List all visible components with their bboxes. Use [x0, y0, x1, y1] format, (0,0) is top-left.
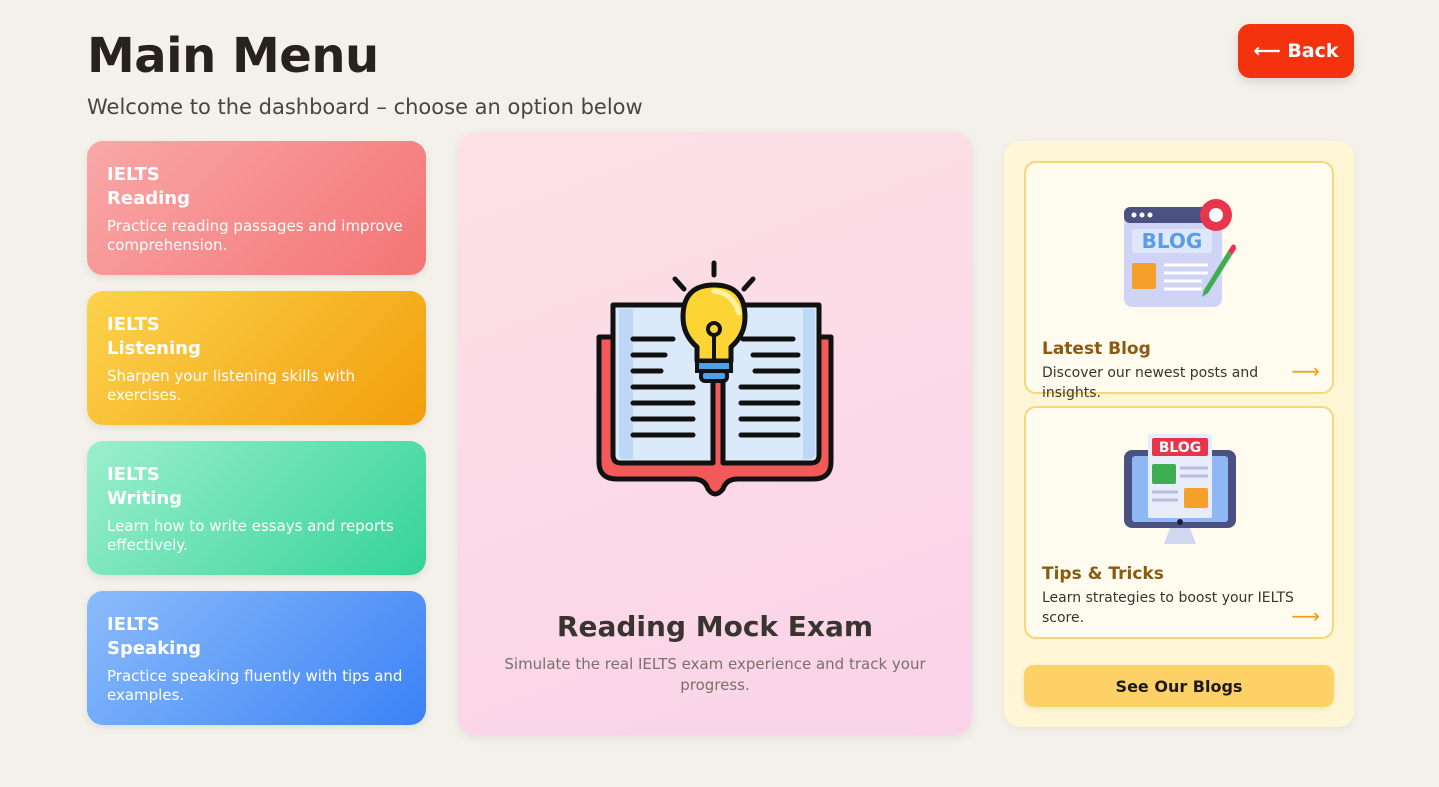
back-button[interactable]: ⟵ Back [1238, 24, 1354, 78]
speaking-card-label: IELTS [107, 614, 160, 635]
latest-blog-title: Latest Blog [1042, 339, 1151, 359]
writing-card[interactable]: IELTS Writing Learn how to write essays … [87, 441, 426, 575]
featured-description: Simulate the real IELTS exam experience … [504, 655, 926, 694]
writing-card-title: Writing [107, 488, 183, 509]
blog-panel: BLOG Latest Blog Discover our newest pos… [1004, 141, 1354, 727]
writing-card-description: Learn how to write essays and reports ef… [107, 517, 394, 554]
writing-card-label: IELTS [107, 464, 160, 485]
reading-card-description: Practice reading passages and improve co… [107, 217, 403, 254]
reading-card-title: Reading [107, 188, 190, 209]
tips-tricks-title: Tips & Tricks [1042, 564, 1164, 584]
listening-card[interactable]: IELTS Listening Sharpen your listening s… [87, 291, 426, 425]
arrow-right-icon: ⟶ [1291, 359, 1320, 383]
listening-card-title: Listening [107, 338, 201, 359]
arrow-right-icon: ⟶ [1291, 604, 1320, 628]
reading-card[interactable]: IELTS Reading Practice reading passages … [87, 141, 426, 275]
blog-settings-icon: BLOG [1122, 193, 1238, 309]
speaking-card-title: Speaking [107, 638, 202, 659]
featured-title: Reading Mock Exam [556, 610, 874, 643]
listening-card-label: IELTS [107, 314, 160, 335]
module-list: IELTS Reading Practice reading passages … [87, 141, 426, 741]
listening-card-description: Sharpen your listening skills with exerc… [107, 367, 356, 404]
speaking-card[interactable]: IELTS Speaking Practice speaking fluentl… [87, 591, 426, 725]
blog-icon-text: BLOG [1159, 440, 1202, 456]
see-our-blogs-button[interactable]: See Our Blogs [1024, 665, 1334, 707]
speaking-card-description: Practice speaking fluently with tips and… [107, 667, 403, 704]
tips-tricks-description: Learn strategies to boost your IELTS sco… [1042, 590, 1294, 626]
reading-card-label: IELTS [107, 164, 160, 185]
blog-monitor-icon: BLOG [1122, 432, 1238, 548]
page-subtitle: Welcome to the dashboard – choose an opt… [87, 95, 643, 119]
tips-tricks-card[interactable]: BLOG Tips & Tricks Learn strategies to b… [1024, 406, 1334, 639]
page-title: Main Menu [87, 28, 379, 84]
book-lightbulb-icon [593, 257, 838, 497]
reading-mock-exam-card[interactable]: Reading Mock Exam Simulate the real IELT… [458, 132, 972, 735]
latest-blog-description: Discover our newest posts and insights. [1042, 365, 1259, 401]
blog-icon-text: BLOG [1142, 229, 1203, 253]
latest-blog-card[interactable]: BLOG Latest Blog Discover our newest pos… [1024, 161, 1334, 401]
